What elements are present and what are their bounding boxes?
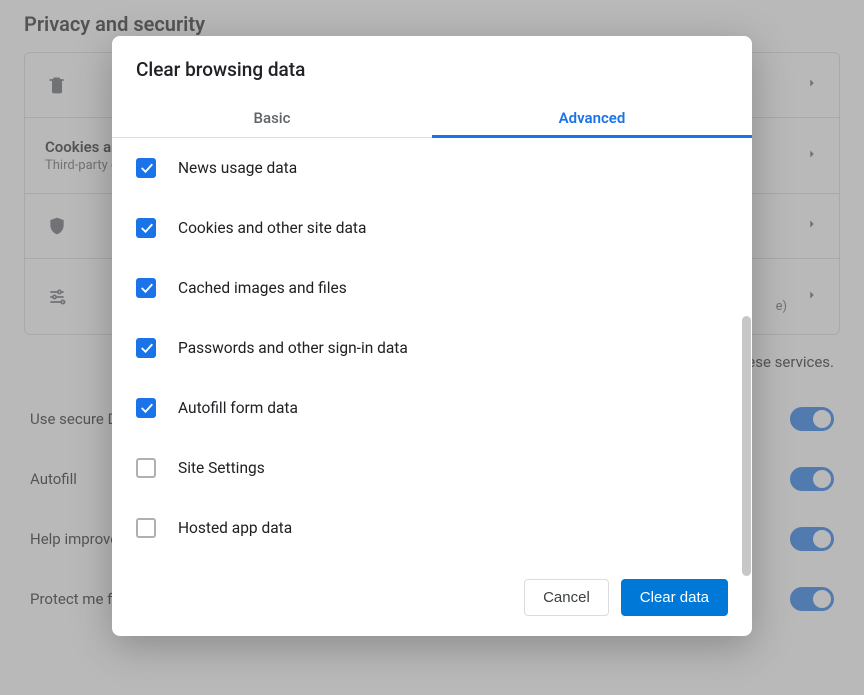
dialog-title: Clear browsing data	[112, 36, 752, 99]
option-label: Site Settings	[178, 459, 265, 477]
dialog-footer: Cancel Clear data	[112, 561, 752, 636]
cancel-button[interactable]: Cancel	[524, 579, 609, 616]
tab-basic[interactable]: Basic	[112, 99, 432, 137]
option-label: Cached images and files	[178, 279, 347, 297]
checkbox[interactable]	[136, 338, 156, 358]
clear-option-row[interactable]: Cookies and other site data	[136, 198, 734, 258]
clear-option-row[interactable]: Passwords and other sign-in data	[136, 318, 734, 378]
clear-browsing-dialog: Clear browsing data Basic Advanced News …	[112, 36, 752, 636]
clear-data-button[interactable]: Clear data	[621, 579, 728, 616]
checkbox[interactable]	[136, 458, 156, 478]
checkbox[interactable]	[136, 518, 156, 538]
tab-advanced[interactable]: Advanced	[432, 99, 752, 137]
dialog-tabs: Basic Advanced	[112, 99, 752, 138]
clear-option-row[interactable]: Autofill form data	[136, 378, 734, 438]
modal-overlay: Clear browsing data Basic Advanced News …	[0, 0, 864, 695]
dialog-body: News usage data Cookies and other site da…	[112, 138, 752, 561]
clear-option-row[interactable]: Site Settings	[136, 438, 734, 498]
option-label: Hosted app data	[178, 519, 292, 537]
clear-option-row[interactable]: Cached images and files	[136, 258, 734, 318]
scrollbar-thumb[interactable]	[742, 316, 751, 576]
clear-option-row[interactable]: Hosted app data	[136, 498, 734, 558]
checkbox[interactable]	[136, 278, 156, 298]
option-label: News usage data	[178, 159, 297, 177]
checkbox[interactable]	[136, 158, 156, 178]
option-label: Cookies and other site data	[178, 219, 366, 237]
option-label: Autofill form data	[178, 399, 298, 417]
checkbox[interactable]	[136, 218, 156, 238]
clear-option-row[interactable]: News usage data	[136, 138, 734, 198]
option-label: Passwords and other sign-in data	[178, 339, 408, 357]
checkbox[interactable]	[136, 398, 156, 418]
